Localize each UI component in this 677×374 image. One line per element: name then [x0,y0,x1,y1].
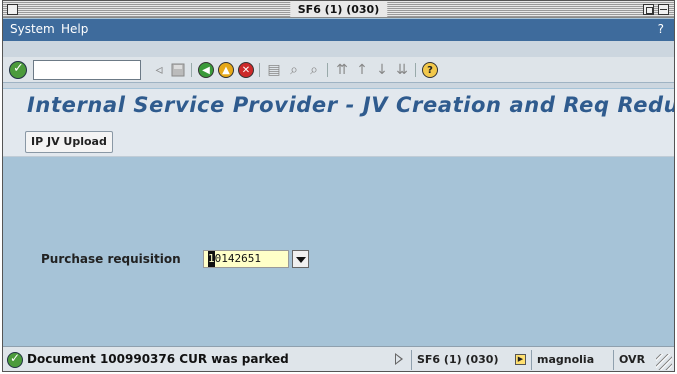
ip-jv-upload-button[interactable]: IP JV Upload [25,131,113,153]
system-info-icon[interactable]: ▶ [515,354,526,365]
cancel-icon[interactable]: ✕ [237,61,255,79]
sap-gui-window: SF6 (1) (030) System Help ? ◃ ◀ ▲ ✕ ▤ ⌕ … [2,0,675,372]
standard-toolbar: ◃ ◀ ▲ ✕ ▤ ⌕ ⌕ ⇈ ↑ ↓ ⇊ ? [3,41,674,88]
status-message: Document 100990376 CUR was parked [27,352,289,366]
toolbar-separator [327,63,328,77]
main-content: Purchase requisition 10142651 [3,158,674,345]
command-field[interactable] [33,60,141,80]
resize-grip-icon[interactable] [656,354,672,370]
toolbar-separator [191,63,192,77]
text-cursor: 1 [208,251,215,267]
status-mode[interactable]: OVR [613,350,651,370]
print-icon[interactable]: ▤ [265,61,283,79]
chevron-down-icon[interactable] [292,250,309,268]
collapse-box-icon[interactable] [658,4,669,15]
first-page-icon[interactable]: ⇈ [333,61,351,79]
save-icon[interactable] [169,61,187,79]
status-system: SF6 (1) (030) ▶ [411,350,531,370]
toolbar-separator [259,63,260,77]
back-icon[interactable]: ◃ [150,61,168,79]
success-icon [7,351,23,368]
purchase-requisition-label: Purchase requisition [41,252,181,266]
help-icon[interactable]: ? [421,61,439,79]
enter-icon[interactable] [9,61,27,79]
title-area: Internal Service Provider - JV Creation … [3,89,674,125]
window-title: SF6 (1) (030) [289,2,388,17]
exit-icon[interactable]: ▲ [217,61,235,79]
status-expand-icon[interactable] [395,353,403,365]
help-question-indicator[interactable]: ? [658,22,664,36]
page-title: Internal Service Provider - JV Creation … [27,93,675,117]
status-system-text: SF6 (1) (030) [417,353,499,366]
close-box-icon[interactable] [7,4,18,15]
find-icon[interactable]: ⌕ [285,61,303,79]
status-bar: Document 100990376 CUR was parked SF6 (1… [3,346,674,371]
menu-help[interactable]: Help [61,22,88,36]
status-host: magnolia [531,350,613,370]
back-nav-icon[interactable]: ◀ [197,61,215,79]
toolbar-separator [415,63,416,77]
window-titlebar[interactable]: SF6 (1) (030) [3,1,674,18]
menu-system[interactable]: System [10,22,55,36]
previous-page-icon[interactable]: ↑ [353,61,371,79]
next-page-icon[interactable]: ↓ [373,61,391,79]
find-next-icon[interactable]: ⌕ [305,61,323,79]
purchase-requisition-value: 0142651 [214,252,261,265]
purchase-requisition-input[interactable]: 10142651 [203,250,289,268]
menu-bar: System Help ? [3,19,674,41]
last-page-icon[interactable]: ⇊ [393,61,411,79]
application-toolbar: IP JV Upload [3,125,674,157]
zoom-box-icon[interactable] [643,4,654,15]
